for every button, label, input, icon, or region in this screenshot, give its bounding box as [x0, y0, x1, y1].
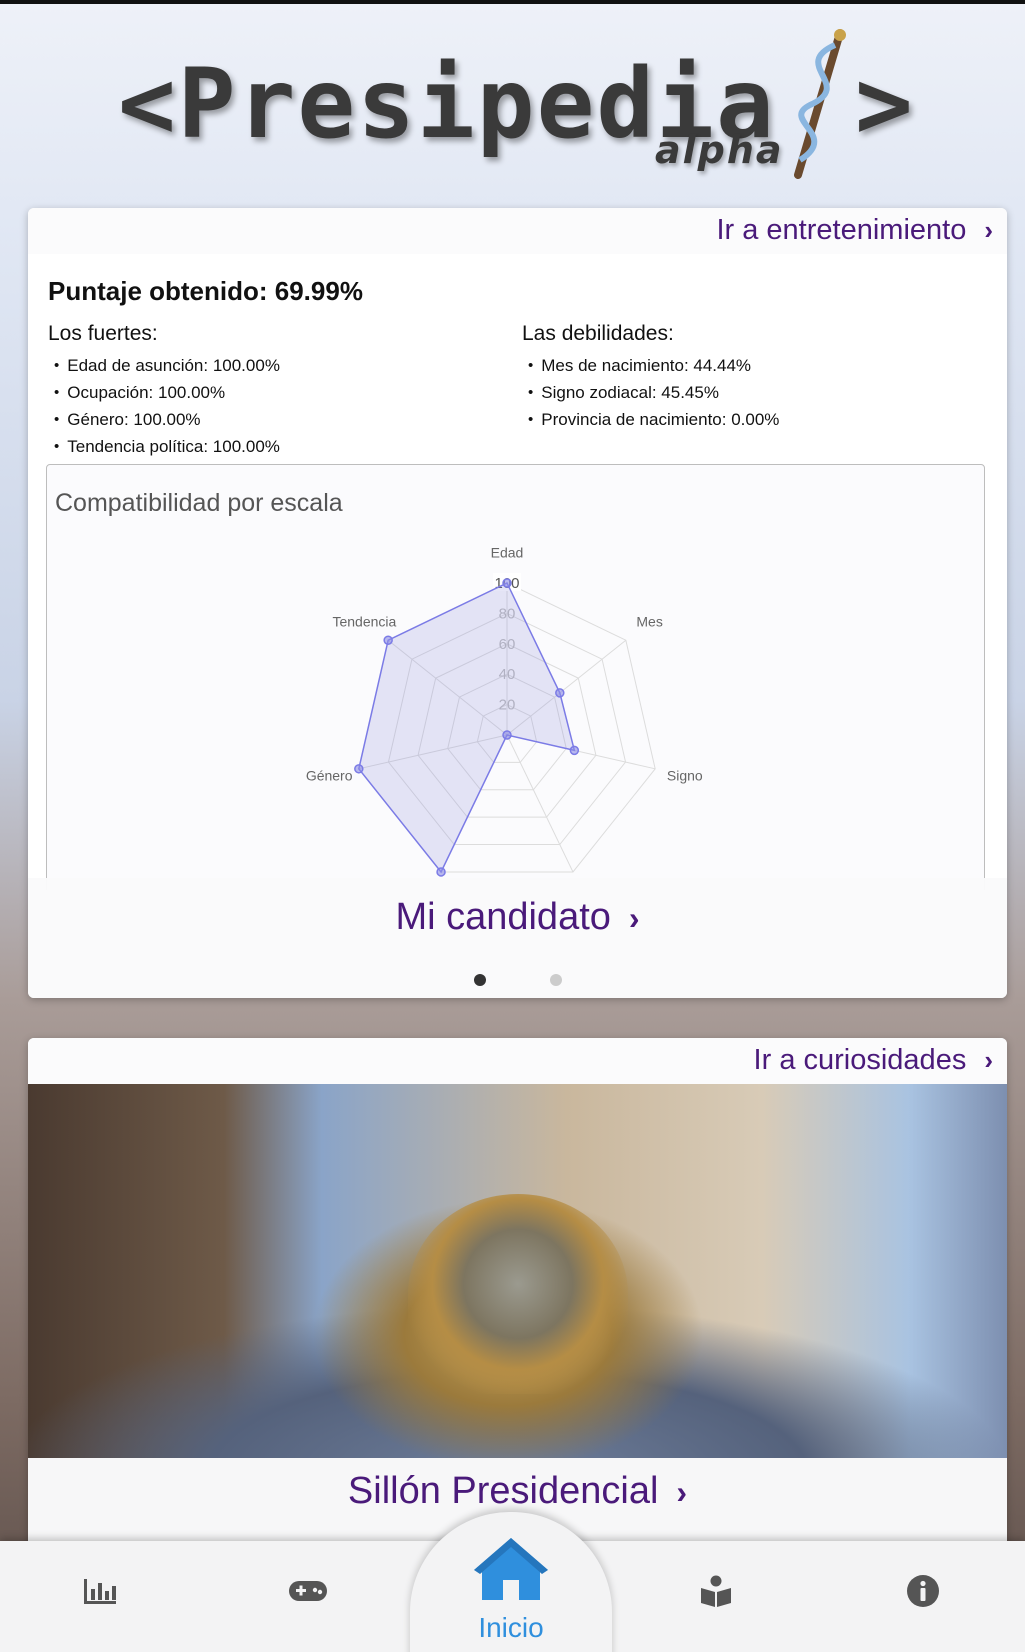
presidential-chair-link[interactable]: Sillón Presidencial ›	[28, 1470, 1007, 1513]
carousel-dot[interactable]	[549, 974, 562, 986]
go-curiosities-link[interactable]: Ir a curiosidades ›	[754, 1044, 993, 1077]
presidential-chair-photo[interactable]	[28, 1084, 1007, 1458]
list-item: Ocupación: 100.00%	[48, 379, 280, 406]
chair-crest-image	[408, 1194, 628, 1394]
stats-icon	[84, 1579, 116, 1604]
radar-axis-label: Signo	[667, 768, 703, 784]
radar-point	[502, 578, 512, 588]
chevron-right-icon: ›	[676, 1474, 688, 1510]
app-logo: <Presipedia alpha >	[0, 20, 1025, 190]
logo-close: >	[855, 48, 913, 160]
home-icon	[474, 1538, 548, 1600]
my-candidate-link[interactable]: Mi candidato ›	[28, 896, 1007, 939]
radar-point	[436, 867, 446, 877]
list-item: Mes de nacimiento: 44.44%	[522, 352, 779, 379]
go-entertainment-label: Ir a entretenimiento	[716, 214, 967, 246]
score-heading: Puntaje obtenido: 69.99%	[48, 276, 363, 306]
chevron-right-icon: ›	[984, 1045, 993, 1075]
weaknesses-title: Las debilidades:	[522, 322, 674, 345]
radar-chart: 20406080100EdadMesSignoGéneroTendencia	[306, 545, 703, 877]
my-candidate-label: Mi candidato	[395, 896, 611, 938]
compatibility-card: Ir a entretenimiento › Puntaje obtenido:…	[28, 208, 1007, 998]
card-header: Ir a curiosidades ›	[28, 1038, 1007, 1084]
card-header: Ir a entretenimiento ›	[28, 208, 1007, 254]
top-border	[0, 0, 1025, 4]
radar-axis-label: Género	[306, 768, 353, 784]
carousel-dot[interactable]	[473, 974, 486, 986]
radar-spoke	[506, 734, 574, 873]
chevron-right-icon: ›	[984, 215, 993, 245]
strengths-column: Los fuertes: Edad de asunción: 100.00% O…	[48, 322, 280, 460]
presidential-chair-label: Sillón Presidencial	[347, 1470, 659, 1512]
radar-axis-label: Tendencia	[332, 613, 396, 629]
list-item: Provincia de nacimiento: 0.00%	[522, 406, 779, 433]
chevron-right-icon: ›	[628, 900, 640, 936]
carousel-dots	[28, 974, 1007, 986]
radar-point	[569, 745, 580, 756]
radar-point	[383, 635, 393, 645]
book-reader-icon	[701, 1575, 731, 1607]
go-entertainment-link[interactable]: Ir a entretenimiento ›	[716, 214, 993, 247]
radar-axis-label: Mes	[636, 613, 662, 629]
radar-point	[502, 730, 512, 740]
strengths-list: Edad de asunción: 100.00% Ocupación: 100…	[48, 352, 280, 460]
nav-info[interactable]	[903, 1571, 943, 1611]
radar-chart-box: Compatibilidad por escala 20406080100Eda…	[46, 464, 985, 890]
go-curiosities-label: Ir a curiosidades	[753, 1044, 967, 1076]
radar-point	[354, 764, 364, 774]
radar-axis-label: Edad	[491, 545, 524, 561]
nav-games[interactable]	[288, 1571, 328, 1611]
curiosities-card: Ir a curiosidades › Sillón Presidencial ›	[28, 1038, 1007, 1578]
weaknesses-column: Las debilidades: Mes de nacimiento: 44.4…	[522, 322, 779, 433]
weaknesses-list: Mes de nacimiento: 44.44% Signo zodiacal…	[522, 352, 779, 433]
home-label: Inicio	[478, 1612, 544, 1643]
nav-stats[interactable]	[80, 1571, 120, 1611]
nav-reading[interactable]	[696, 1571, 736, 1611]
card-footer: Mi candidato ›	[28, 878, 1007, 998]
strengths-title: Los fuertes:	[48, 322, 158, 345]
info-icon	[907, 1575, 939, 1607]
list-item: Signo zodiacal: 45.45%	[522, 379, 779, 406]
logo-alpha: alpha	[655, 128, 784, 172]
list-item: Género: 100.00%	[48, 406, 280, 433]
list-item: Edad de asunción: 100.00%	[48, 352, 280, 379]
results-panel: Puntaje obtenido: 69.99% Los fuertes: Ed…	[28, 254, 1007, 890]
gamepad-icon	[289, 1581, 327, 1601]
radar-point	[555, 688, 565, 698]
list-item: Tendencia política: 100.00%	[48, 433, 280, 460]
